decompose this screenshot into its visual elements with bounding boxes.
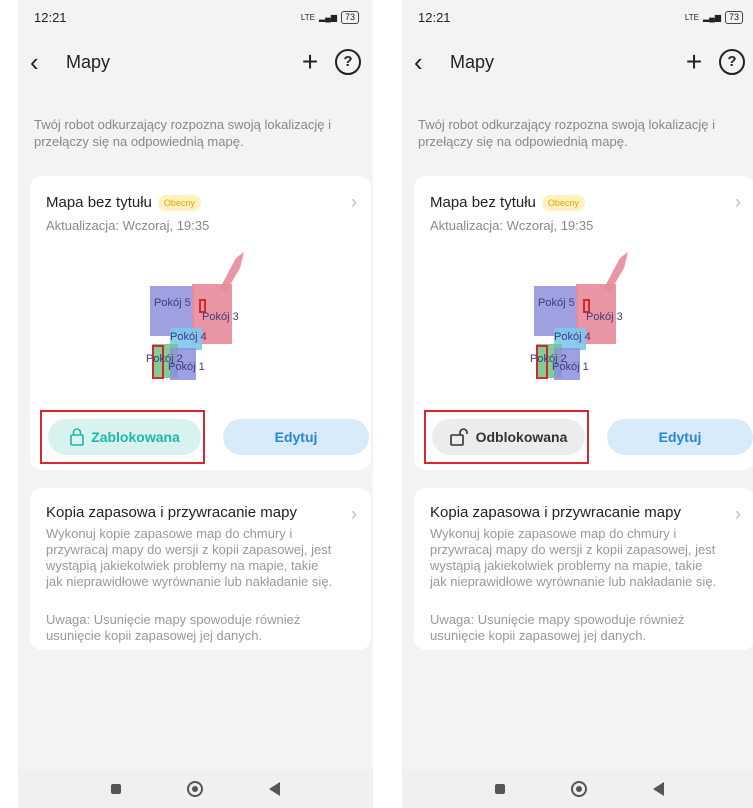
map-updated: Aktualizacja: Wczoraj, 19:35 (430, 218, 594, 233)
edit-button[interactable]: Edytuj (607, 419, 753, 455)
edit-button[interactable]: Edytuj (223, 419, 369, 455)
room-label: Pokój 3 (586, 311, 623, 323)
map-card[interactable]: Mapa bez tytułu Obecny › Aktualizacja: W… (30, 176, 371, 470)
network-label: LTE (300, 12, 315, 22)
battery-icon: 73 (724, 10, 743, 24)
page-description: Twój robot odkurzający rozpozna swoją lo… (418, 117, 715, 149)
status-bar: 12:21 LTE ▂▄▆ 73 (402, 0, 753, 34)
status-bar: 12:21 LTE ▂▄▆ 73 (18, 0, 373, 34)
add-map-icon[interactable]: + (293, 46, 327, 78)
back-nav-icon[interactable] (653, 782, 664, 796)
signal-icon: ▂▄▆ (319, 12, 337, 22)
app-header: ‹ Mapy + ? (402, 34, 753, 90)
map-title-row: Mapa bez tytułu Obecny (430, 194, 585, 211)
help-icon[interactable]: ? (719, 49, 745, 75)
app-header: ‹ Mapy + ? (18, 34, 373, 90)
backup-card[interactable]: Kopia zapasowa i przywracanie mapy › Wyk… (30, 488, 371, 650)
add-map-icon[interactable]: + (677, 46, 711, 78)
signal-icon: ▂▄▆ (703, 12, 721, 22)
chevron-right-icon[interactable]: › (351, 504, 357, 525)
backup-note: Uwaga: Usunięcie mapy spowoduje również … (430, 612, 685, 643)
back-nav-icon[interactable] (269, 782, 280, 796)
status-time: 12:21 (34, 9, 67, 25)
current-badge: Obecny (157, 194, 201, 211)
room-label: Pokój 1 (552, 361, 589, 373)
back-icon[interactable]: ‹ (30, 47, 60, 78)
page-title: Mapy (450, 51, 495, 72)
back-icon[interactable]: ‹ (414, 47, 444, 78)
recents-icon[interactable] (111, 784, 121, 794)
map-preview: Pokój 5 Pokój 3 Pokój 4 Pokój 2 Pokój 1 (146, 252, 244, 380)
status-indicators: LTE ▂▄▆ 73 (684, 10, 743, 24)
network-label: LTE (684, 12, 699, 22)
phone-screen-unlocked: 12:21 LTE ▂▄▆ 73 ‹ Mapy + ? Twój robot o… (402, 0, 753, 808)
map-card[interactable]: Mapa bez tytułu Obecny › Aktualizacja: W… (414, 176, 753, 470)
backup-description: Wykonuj kopie zapasowe map do chmury i p… (46, 526, 333, 589)
backup-title: Kopia zapasowa i przywracanie mapy (46, 504, 297, 521)
backup-title: Kopia zapasowa i przywracanie mapy (430, 504, 681, 521)
backup-note: Uwaga: Usunięcie mapy spowoduje również … (46, 612, 301, 643)
room-label: Pokój 5 (154, 297, 191, 309)
system-nav-bar (18, 770, 373, 808)
current-badge: Obecny (541, 194, 585, 211)
page-title: Mapy (66, 51, 111, 72)
system-nav-bar (402, 770, 753, 808)
map-title-row: Mapa bez tytułu Obecny (46, 194, 201, 211)
room-label: Pokój 3 (202, 311, 239, 323)
room-label: Pokój 5 (538, 297, 575, 309)
highlight-frame (424, 410, 589, 464)
backup-card[interactable]: Kopia zapasowa i przywracanie mapy › Wyk… (414, 488, 753, 650)
home-icon[interactable] (187, 781, 203, 797)
room-label: Pokój 4 (554, 331, 591, 343)
recents-icon[interactable] (495, 784, 505, 794)
map-preview: Pokój 5 Pokój 3 Pokój 4 Pokój 2 Pokój 1 (530, 252, 628, 380)
map-updated: Aktualizacja: Wczoraj, 19:35 (46, 218, 210, 233)
highlight-frame (40, 410, 205, 464)
room-label: Pokój 1 (168, 361, 205, 373)
map-title: Mapa bez tytułu (430, 194, 536, 211)
page-description: Twój robot odkurzający rozpozna swoją lo… (34, 117, 331, 149)
help-icon[interactable]: ? (335, 49, 361, 75)
room-label: Pokój 4 (170, 331, 207, 343)
battery-icon: 73 (340, 10, 359, 24)
chevron-right-icon[interactable]: › (735, 504, 741, 525)
home-icon[interactable] (571, 781, 587, 797)
phone-screen-locked: 12:21 LTE ▂▄▆ 73 ‹ Mapy + ? Twój robot o… (18, 0, 373, 808)
backup-description: Wykonuj kopie zapasowe map do chmury i p… (430, 526, 717, 589)
map-title: Mapa bez tytułu (46, 194, 152, 211)
chevron-right-icon[interactable]: › (735, 192, 741, 213)
status-indicators: LTE ▂▄▆ 73 (300, 10, 359, 24)
chevron-right-icon[interactable]: › (351, 192, 357, 213)
status-time: 12:21 (418, 9, 451, 25)
